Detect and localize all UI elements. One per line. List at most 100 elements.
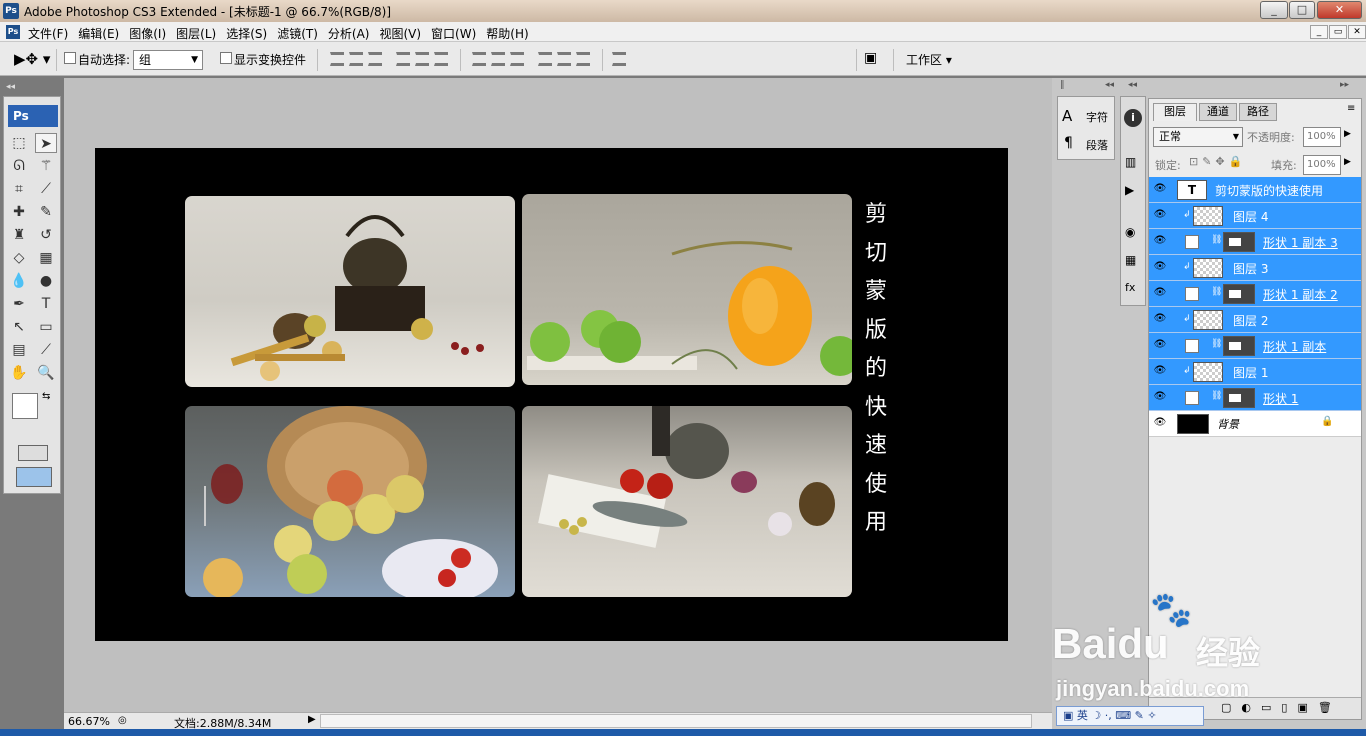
layer-row[interactable]: 👁 T 剪切蒙版的快速使用 [1149,177,1361,203]
vector-mask-checkbox[interactable] [1185,287,1199,301]
ime-tools-icons[interactable]: ☽ ·, ⌨ ✎ ✧ [1088,709,1156,722]
quick-mask-icon[interactable] [18,445,48,461]
menu-edit[interactable]: 编辑(E) [78,25,119,42]
history-brush-tool-icon[interactable]: ↺ [35,225,57,245]
lock-icons[interactable]: ⊡✎✥🔒 [1189,155,1246,168]
foreground-color-swatch[interactable] [12,393,38,419]
windows-taskbar[interactable] [0,729,1366,736]
collapse-icon-2[interactable]: ◂◂ [1128,80,1137,90]
ime-logo-icon[interactable]: ▣ [1063,709,1077,722]
navigator-icon[interactable]: ▦ [1125,253,1136,267]
layer-name[interactable]: 图层 3 [1233,260,1268,277]
auto-align-button[interactable] [612,52,626,66]
paragraph-icon[interactable]: ¶ [1064,135,1073,151]
auto-select-checkbox[interactable] [64,52,76,67]
menu-help[interactable]: 帮助(H) [486,25,528,42]
opacity-arrow-icon[interactable]: ▶ [1344,129,1351,139]
healing-brush-tool-icon[interactable]: ✚ [8,202,30,222]
zoom-level[interactable]: 66.67% [68,715,110,728]
visibility-eye-icon[interactable]: 👁 [1153,261,1167,273]
visibility-eye-icon[interactable]: 👁 [1153,183,1167,195]
blur-tool-icon[interactable]: 💧 [8,271,30,291]
dock-grip-icon[interactable]: ‖ [1060,80,1065,90]
blend-mode-select[interactable]: 正常 ▼ [1153,127,1243,147]
layer-name[interactable]: 图层 4 [1233,208,1268,225]
character-icon[interactable]: A [1062,107,1072,125]
character-label[interactable]: 字符 [1086,109,1108,125]
type-tool-icon[interactable]: T [35,294,57,314]
minimize-button[interactable]: _ [1260,1,1288,19]
visibility-eye-icon[interactable]: 👁 [1153,313,1167,325]
visibility-eye-icon[interactable]: 👁 [1153,417,1167,429]
distribute-horizontal-buttons[interactable] [538,52,590,66]
swatches-icon[interactable]: ◉ [1125,225,1135,239]
lasso-tool-icon[interactable]: ᘏ [8,156,30,176]
layer-row[interactable]: 👁 ⛓ 形状 1 副本 [1149,333,1361,359]
path-selection-tool-icon[interactable]: ↖ [8,317,30,337]
clone-stamp-tool-icon[interactable]: ♜ [8,225,30,245]
zoom-tool-icon[interactable]: 🔍 [35,363,57,383]
dodge-tool-icon[interactable]: ● [35,271,57,291]
paragraph-label[interactable]: 段落 [1086,137,1108,153]
move-tool-icon[interactable]: ➤ [35,133,57,153]
vector-mask-checkbox[interactable] [1185,339,1199,353]
layer-actions-icons[interactable]: ▢◐▭▯▣🗑 [1221,701,1342,714]
eyedropper-tool-icon[interactable]: ⟋ [35,340,57,360]
status-menu-icon[interactable]: ◎ [118,715,127,726]
history-icon[interactable]: ▥ [1125,155,1136,169]
layer-row[interactable]: 👁 ⛓ 形状 1 副本 2 [1149,281,1361,307]
layer-name[interactable]: 剪切蒙版的快速使用 [1215,182,1323,199]
collapse-icon[interactable]: ◂◂ [1105,80,1114,90]
layer-row[interactable]: 👁 ↲ 图层 4 [1149,203,1361,229]
hand-tool-icon[interactable]: ✋ [8,363,30,383]
opacity-input[interactable]: 100% [1303,127,1341,147]
layer-name[interactable]: 形状 1 副本 2 [1263,286,1338,303]
auto-select-dropdown[interactable]: 组 ▼ [133,50,203,70]
horizontal-scrollbar[interactable] [320,714,1032,728]
visibility-eye-icon[interactable]: 👁 [1153,235,1167,247]
visibility-eye-icon[interactable]: 👁 [1153,339,1167,351]
shape-tool-icon[interactable]: ▭ [35,317,57,337]
layer-row[interactable]: 👁 ↲ 图层 2 [1149,307,1361,333]
show-transform-checkbox[interactable] [220,52,232,67]
visibility-eye-icon[interactable]: 👁 [1153,365,1167,377]
menu-select[interactable]: 选择(S) [226,25,267,42]
visibility-eye-icon[interactable]: 👁 [1153,391,1167,403]
info-icon[interactable]: i [1124,109,1142,127]
ime-toolbar[interactable]: ▣ 英 ☽ ·, ⌨ ✎ ✧ [1056,706,1204,726]
visibility-eye-icon[interactable]: 👁 [1153,209,1167,221]
layer-name[interactable]: 形状 1 副本 [1263,338,1326,355]
menu-image[interactable]: 图像(I) [129,25,166,42]
vector-mask-checkbox[interactable] [1185,235,1199,249]
slice-tool-icon[interactable]: ⟋ [35,179,57,199]
crop-tool-icon[interactable]: ⌗ [8,179,30,199]
notes-tool-icon[interactable]: ▤ [8,340,30,360]
distribute-vertical-buttons[interactable] [472,52,524,66]
move-tool-preset-icon[interactable]: ▶✥ ▾ [14,50,50,68]
menu-view[interactable]: 视图(V) [379,25,421,42]
align-horizontal-buttons[interactable] [396,52,448,66]
layer-name[interactable]: 形状 1 [1263,390,1298,407]
pen-tool-icon[interactable]: ✒ [8,294,30,314]
visibility-eye-icon[interactable]: 👁 [1153,287,1167,299]
close-button[interactable]: ✕ [1317,1,1362,19]
styles-icon[interactable]: fx [1125,281,1135,294]
swap-colors-icon[interactable]: ⇆ [42,391,50,402]
menu-filter[interactable]: 滤镜(T) [277,25,318,42]
layer-row-background[interactable]: 👁 背景 🔒 [1149,411,1361,437]
layer-row[interactable]: 👁 ⛓ 形状 1 [1149,385,1361,411]
fill-input[interactable]: 100% [1303,155,1341,175]
menu-analysis[interactable]: 分析(A) [328,25,370,42]
layer-row[interactable]: 👁 ↲ 图层 1 [1149,359,1361,385]
layer-row[interactable]: 👁 ⛓ 形状 1 副本 3 [1149,229,1361,255]
tab-paths[interactable]: 路径 [1239,103,1277,121]
layer-name[interactable]: 形状 1 副本 3 [1263,234,1338,251]
fill-arrow-icon[interactable]: ▶ [1344,157,1351,167]
menu-window[interactable]: 窗口(W) [431,25,476,42]
document-icon[interactable]: Ps [6,25,20,39]
expand-icon[interactable]: ▸▸ [1340,80,1349,90]
menu-file[interactable]: 文件(F) [28,25,68,42]
collapse-left-icon[interactable]: ◂◂ [6,82,15,92]
bridge-icon[interactable]: ▣ [864,50,877,66]
actions-icon[interactable]: ▶ [1125,183,1134,197]
